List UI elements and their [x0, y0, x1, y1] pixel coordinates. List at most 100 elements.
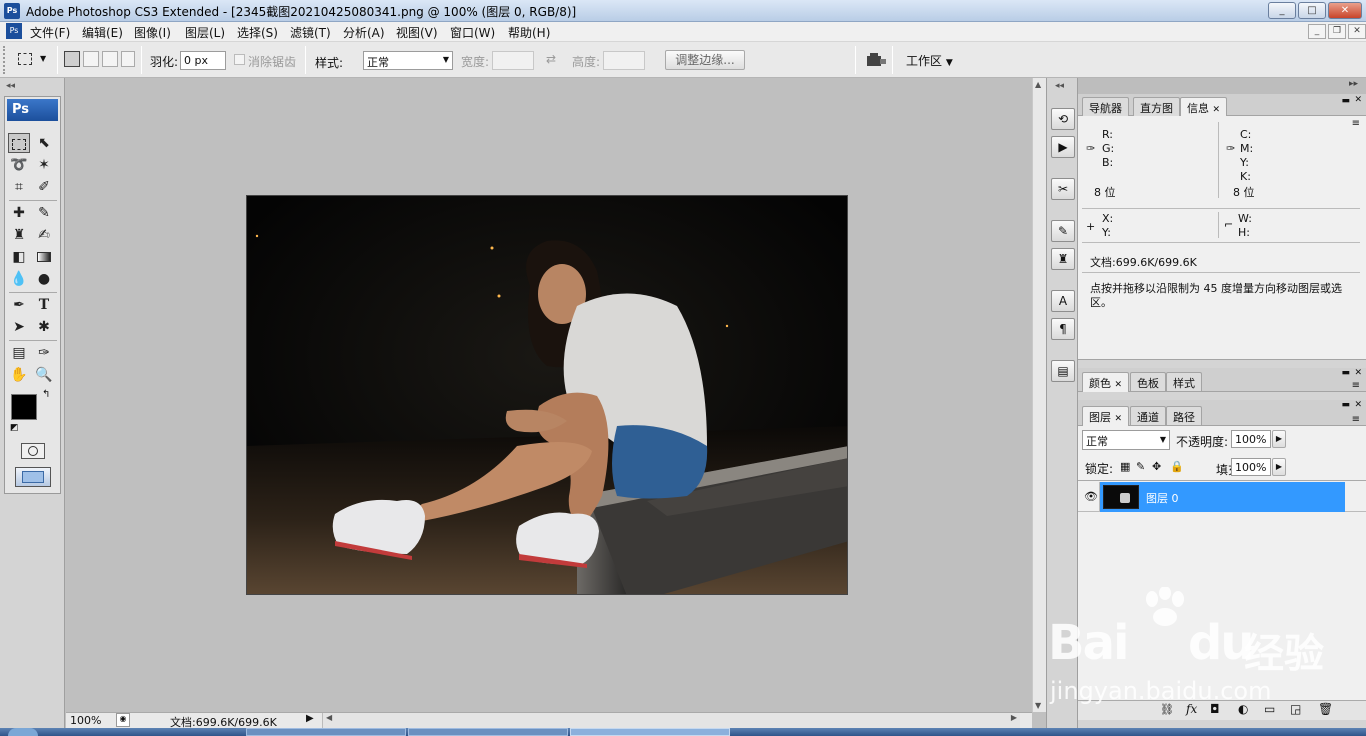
fill-slider-button[interactable]: ▶ — [1272, 458, 1286, 476]
tab-histogram[interactable]: 直方图 — [1133, 97, 1180, 116]
actions-panel-icon[interactable]: ▶ — [1051, 136, 1075, 158]
move-tool[interactable]: ⬉ — [33, 133, 55, 153]
menu-analysis[interactable]: 分析(A) — [343, 24, 385, 41]
magic-wand-tool[interactable]: ✶ — [33, 155, 55, 175]
collapse-arrows-icon[interactable]: ▸▸ — [1349, 79, 1358, 89]
layer-row[interactable]: 👁 图层 0 — [1078, 482, 1366, 512]
menu-select[interactable]: 选择(S) — [237, 24, 278, 41]
blur-tool[interactable]: 💧 — [8, 269, 30, 289]
menu-image[interactable]: 图像(I) — [134, 24, 171, 41]
screen-mode-button[interactable] — [15, 467, 51, 487]
panel-close-icon[interactable]: ✕ — [1354, 368, 1362, 378]
layer-style-icon[interactable]: fx — [1186, 702, 1197, 716]
lock-pixels-icon[interactable]: ✎ — [1136, 460, 1145, 473]
doc-close-button[interactable]: ✕ — [1348, 24, 1366, 39]
height-input[interactable] — [603, 51, 645, 70]
add-selection-icon[interactable] — [83, 51, 99, 67]
scroll-down-icon[interactable]: ▼ — [1035, 701, 1041, 710]
menu-filter[interactable]: 滤镜(T) — [290, 24, 331, 41]
menu-file[interactable]: 文件(F) — [30, 24, 70, 41]
panel-close-icon[interactable]: ✕ — [1354, 95, 1362, 105]
feather-input[interactable]: 0 px — [180, 51, 226, 70]
foreground-color-swatch[interactable] — [11, 394, 37, 420]
status-arrow-icon[interactable]: ▶ — [306, 713, 314, 724]
taskbar-item[interactable] — [246, 728, 406, 736]
vertical-scrollbar[interactable]: ▲ ▼ — [1032, 78, 1046, 712]
hand-tool[interactable]: ✋ — [8, 365, 30, 385]
history-brush-tool[interactable]: ✍ — [33, 225, 55, 245]
status-menu-icon[interactable]: ◉ — [116, 713, 130, 727]
document-canvas[interactable] — [66, 78, 1032, 712]
tab-swatches[interactable]: 色板 — [1130, 372, 1166, 391]
lock-transparent-icon[interactable]: ▦ — [1120, 460, 1130, 473]
gradient-tool[interactable] — [33, 247, 55, 267]
brushes-panel-icon[interactable]: ✎ — [1051, 220, 1075, 242]
style-select[interactable]: 正常 ▼ — [363, 51, 453, 70]
tab-paths[interactable]: 路径 — [1166, 406, 1202, 425]
type-tool[interactable]: T — [33, 295, 55, 315]
taskbar-item-active[interactable] — [570, 728, 730, 736]
new-selection-icon[interactable] — [64, 51, 80, 67]
menu-edit[interactable]: 编辑(E) — [82, 24, 123, 41]
history-panel-icon[interactable]: ⟲ — [1051, 108, 1075, 130]
menu-view[interactable]: 视图(V) — [396, 24, 438, 41]
close-icon[interactable]: ✕ — [1213, 105, 1221, 115]
tab-info[interactable]: 信息 ✕ — [1180, 97, 1228, 117]
maximize-button[interactable]: □ — [1298, 2, 1326, 19]
opacity-input[interactable]: 100% — [1231, 430, 1271, 448]
subtract-selection-icon[interactable] — [102, 51, 118, 67]
tab-channels[interactable]: 通道 — [1130, 406, 1166, 425]
ps-menu-icon[interactable]: Ps — [6, 23, 22, 39]
taskbar-item[interactable] — [408, 728, 568, 736]
swap-colors-icon[interactable]: ↰ — [42, 389, 50, 400]
menu-layer[interactable]: 图层(L) — [185, 24, 225, 41]
rect-marquee-tool[interactable] — [8, 133, 30, 153]
antialias-checkbox[interactable] — [234, 54, 245, 65]
doc-minimize-button[interactable]: _ — [1308, 24, 1326, 39]
blend-mode-select[interactable]: 正常 ▼ — [1082, 430, 1170, 450]
visibility-toggle[interactable]: 👁 — [1078, 482, 1100, 512]
notes-tool[interactable]: ▤ — [8, 343, 30, 363]
menu-help[interactable]: 帮助(H) — [508, 24, 550, 41]
panel-menu-icon[interactable]: ≡ — [1352, 380, 1360, 391]
start-orb-icon[interactable] — [8, 728, 38, 736]
new-group-icon[interactable]: ▭ — [1264, 702, 1275, 716]
tool-presets-icon[interactable]: ✂ — [1051, 178, 1075, 200]
quick-mask-button[interactable] — [21, 443, 45, 459]
width-input[interactable] — [492, 51, 534, 70]
panel-minimize-icon[interactable]: ▬ — [1341, 96, 1350, 106]
expand-arrows-icon[interactable]: ◂◂ — [1055, 81, 1064, 91]
pen-tool[interactable]: ✒ — [8, 295, 30, 315]
custom-shape-tool[interactable]: ✱ — [33, 317, 55, 337]
eraser-tool[interactable]: ◧ — [8, 247, 30, 267]
default-colors-icon[interactable]: ◩ — [10, 423, 19, 433]
tab-layers[interactable]: 图层 ✕ — [1082, 406, 1130, 426]
intersect-selection-icon[interactable] — [121, 51, 135, 67]
new-layer-icon[interactable]: ◲ — [1290, 702, 1301, 716]
refine-edge-button[interactable]: 调整边缘... — [665, 50, 745, 70]
delete-layer-icon[interactable]: 🗑 — [1318, 702, 1333, 716]
grip-handle[interactable] — [3, 46, 7, 74]
healing-brush-tool[interactable]: ✚ — [8, 203, 30, 223]
close-icon[interactable]: ✕ — [1115, 414, 1123, 424]
paragraph-panel-icon[interactable]: ¶ — [1051, 318, 1075, 340]
link-layers-icon[interactable]: ⛓ — [1160, 703, 1174, 716]
panel-menu-icon[interactable]: ≡ — [1352, 118, 1360, 129]
menu-window[interactable]: 窗口(W) — [450, 24, 495, 41]
fill-input[interactable]: 100% — [1231, 458, 1271, 476]
horizontal-scrollbar[interactable]: ◀ ▶ — [322, 713, 1020, 728]
panel-minimize-icon[interactable]: ▬ — [1341, 400, 1350, 410]
layer-row-highlight[interactable]: 图层 0 — [1100, 482, 1345, 512]
tool-preset-picker[interactable]: ▼ — [12, 50, 52, 70]
panel-minimize-icon[interactable]: ▬ — [1341, 368, 1350, 378]
tab-styles[interactable]: 样式 — [1166, 372, 1202, 391]
panel-menu-icon[interactable]: ≡ — [1352, 414, 1360, 425]
close-icon[interactable]: ✕ — [1115, 380, 1123, 390]
swap-arrows-icon[interactable]: ⇄ — [546, 52, 556, 66]
clone-stamp-tool[interactable]: ♜ — [8, 225, 30, 245]
character-panel-icon[interactable]: A — [1051, 290, 1075, 312]
adjustment-layer-icon[interactable]: ◐ — [1238, 702, 1248, 716]
doc-restore-button[interactable]: ❐ — [1328, 24, 1346, 39]
slice-tool[interactable]: ✐ — [33, 177, 55, 197]
eyedropper-tool[interactable]: ✑ — [33, 343, 55, 363]
